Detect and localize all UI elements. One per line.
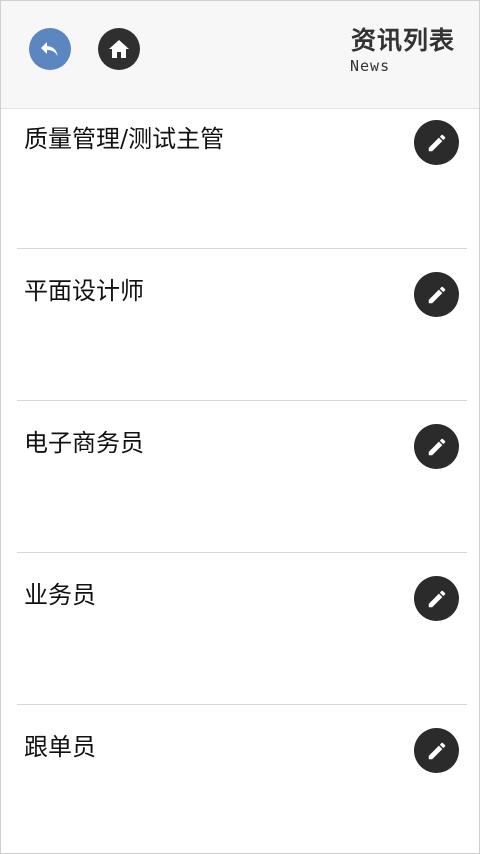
news-list: 质量管理/测试主管 平面设计师 电子商务员 业务员 跟单员 bbox=[1, 97, 479, 853]
list-item[interactable]: 质量管理/测试主管 bbox=[17, 97, 467, 249]
list-item-title: 平面设计师 bbox=[24, 277, 144, 305]
edit-pencil-icon bbox=[428, 438, 445, 455]
edit-pencil-icon bbox=[428, 590, 445, 607]
app-frame: 资讯列表 News 质量管理/测试主管 平面设计师 电子商务员 业务员 跟单员 bbox=[0, 0, 480, 854]
list-item[interactable]: 电子商务员 bbox=[17, 401, 467, 553]
page-subtitle: News bbox=[350, 57, 391, 75]
page-title: 资讯列表 bbox=[350, 26, 455, 55]
edit-pencil-icon bbox=[428, 742, 445, 759]
list-item-title: 质量管理/测试主管 bbox=[24, 125, 225, 153]
edit-button[interactable] bbox=[414, 272, 459, 317]
edit-pencil-icon bbox=[428, 286, 445, 303]
list-item-title: 电子商务员 bbox=[24, 429, 144, 457]
edit-button[interactable] bbox=[414, 728, 459, 773]
home-icon bbox=[109, 40, 129, 58]
edit-button[interactable] bbox=[414, 120, 459, 165]
back-button[interactable] bbox=[29, 28, 71, 70]
back-arrow-icon bbox=[41, 42, 58, 56]
list-item[interactable]: 跟单员 bbox=[17, 705, 467, 853]
header-bar: 资讯列表 News bbox=[1, 1, 479, 109]
edit-button[interactable] bbox=[414, 424, 459, 469]
home-button[interactable] bbox=[98, 28, 140, 70]
edit-button[interactable] bbox=[414, 576, 459, 621]
list-item-title: 业务员 bbox=[24, 581, 96, 609]
list-item-title: 跟单员 bbox=[24, 733, 96, 761]
edit-pencil-icon bbox=[428, 134, 445, 151]
list-item[interactable]: 平面设计师 bbox=[17, 249, 467, 401]
list-item[interactable]: 业务员 bbox=[17, 553, 467, 705]
